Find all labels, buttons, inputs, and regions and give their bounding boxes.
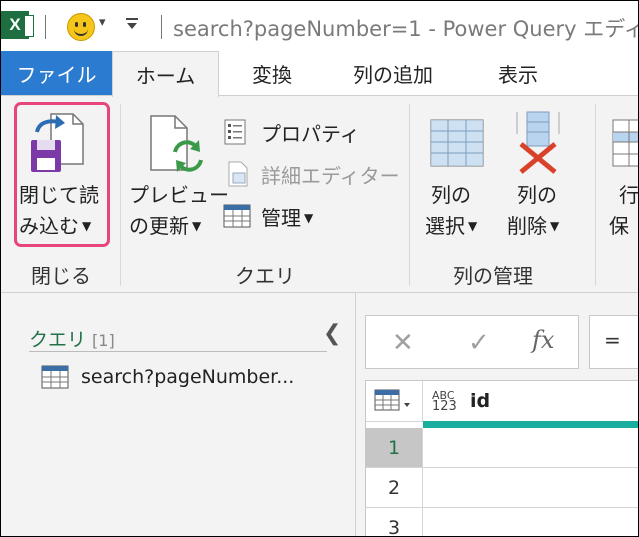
properties-icon <box>224 119 246 145</box>
query-table-icon <box>41 365 69 389</box>
close-and-load-icon <box>31 113 84 172</box>
close-and-load-dropdown-icon[interactable]: ▼ <box>82 219 91 233</box>
query-list-item[interactable]: search?pageNumber... <box>41 365 294 389</box>
choose-columns-label-2: 選択 <box>425 214 465 238</box>
column-type-icon[interactable]: ABC 123 <box>432 390 457 413</box>
titlebar-separator <box>45 15 46 39</box>
excel-icon[interactable]: X <box>1 11 34 39</box>
ribbon-home: 閉じて読 み込む ▼ 閉じる プレビュー の更新 ▼ プロパティ 詳細エディター… <box>1 95 638 293</box>
titlebar-separator <box>161 15 162 39</box>
smiley-feedback-icon[interactable] <box>67 13 95 41</box>
keep-rows-label-2: 保 <box>609 214 629 238</box>
queries-header-divider <box>29 351 327 352</box>
tab-add-column[interactable]: 列の追加 <box>333 51 453 95</box>
editor-body: クエリ [1] ❮ search?pageNumber... ✕ ✓ fx = <box>1 293 638 536</box>
group-separator <box>595 104 596 286</box>
table-menu-icon <box>374 389 410 411</box>
group-separator <box>409 104 410 286</box>
tab-home[interactable]: ホーム <box>112 51 219 97</box>
tab-file[interactable]: ファイル <box>1 51 112 95</box>
advanced-editor-icon <box>228 161 248 187</box>
feedback-dropdown-icon[interactable]: ▾ <box>99 15 106 30</box>
properties-label: プロパティ <box>261 122 360 146</box>
power-query-window: X ▾ search?pageNumber=1 - Power Query エデ… <box>0 0 639 537</box>
customize-quick-access-icon[interactable] <box>126 18 138 32</box>
refresh-preview-dropdown-icon[interactable]: ▼ <box>192 219 201 233</box>
ribbon-tabs: ファイル ホーム 変換 列の追加 表示 <box>1 51 638 97</box>
table-cell[interactable] <box>423 468 638 508</box>
properties-button[interactable]: プロパティ <box>223 116 393 146</box>
choose-columns-dropdown-icon[interactable]: ▼ <box>468 219 477 233</box>
row-number[interactable]: 2 <box>366 468 423 508</box>
table-cell[interactable] <box>423 428 638 468</box>
grid-header-row: ABC 123 id <box>366 381 638 422</box>
tab-transform[interactable]: 変換 <box>229 51 315 95</box>
choose-columns-button[interactable]: 列の 選択 ▼ <box>419 106 497 244</box>
remove-columns-icon <box>516 111 560 174</box>
formula-buttons: ✕ ✓ fx <box>365 315 579 369</box>
group-label-manage-columns: 列の管理 <box>453 264 533 288</box>
manage-dropdown-icon[interactable]: ▼ <box>304 211 313 225</box>
remove-columns-button[interactable]: 列の 削除 ▼ <box>501 106 581 244</box>
tab-view[interactable]: 表示 <box>475 51 561 95</box>
manage-button[interactable]: 管理 ▼ <box>223 200 333 230</box>
group-separator <box>120 104 121 286</box>
window-title: search?pageNumber=1 - Power Query エディター <box>173 17 639 41</box>
remove-columns-label-2: 削除 <box>507 214 547 238</box>
title-bar: X ▾ search?pageNumber=1 - Power Query エデ… <box>1 1 638 51</box>
refresh-preview-icon <box>150 115 203 172</box>
queries-header-label: クエリ <box>29 329 87 351</box>
choose-columns-label-1: 列の <box>431 183 471 207</box>
remove-columns-label-1: 列の <box>517 183 557 207</box>
pane-separator[interactable] <box>355 293 356 536</box>
query-item-label: search?pageNumber... <box>81 366 295 388</box>
remove-columns-dropdown-icon[interactable]: ▼ <box>550 219 559 233</box>
keep-rows-button[interactable]: 行 保 <box>605 106 639 244</box>
row-number[interactable]: 3 <box>366 508 423 536</box>
close-and-load-label-1: 閉じて読 <box>19 183 99 207</box>
advanced-editor-label: 詳細エディター <box>261 164 400 188</box>
queries-pane-header: クエリ [1] <box>29 325 115 352</box>
close-and-load-label-2: み込む <box>19 214 79 238</box>
collapse-pane-icon[interactable]: ❮ <box>323 321 341 346</box>
keep-rows-icon <box>612 119 638 167</box>
row-number[interactable]: 1 <box>366 428 423 468</box>
refresh-preview-label-1: プレビュー <box>129 183 229 207</box>
manage-label: 管理 <box>261 206 301 230</box>
close-and-load-button[interactable]: 閉じて読 み込む ▼ <box>17 106 107 244</box>
advanced-editor-button[interactable]: 詳細エディター <box>223 158 400 188</box>
manage-table-icon <box>223 204 251 228</box>
formula-input[interactable]: = <box>589 315 638 369</box>
group-label-close: 閉じる <box>31 264 91 288</box>
data-grid: ABC 123 id 1 2 3 <box>365 380 638 536</box>
cancel-formula-icon[interactable]: ✕ <box>392 328 414 358</box>
fx-icon[interactable]: fx <box>532 326 554 354</box>
table-cell[interactable] <box>423 508 638 536</box>
commit-formula-icon[interactable]: ✓ <box>468 328 490 358</box>
grid-corner[interactable] <box>366 381 423 421</box>
keep-rows-label-1: 行 <box>619 183 639 207</box>
group-label-query: クエリ <box>235 264 295 288</box>
choose-columns-icon <box>430 119 484 167</box>
column-header-id[interactable]: id <box>470 390 490 412</box>
refresh-preview-label-2: の更新 <box>129 214 189 238</box>
queries-count: [1] <box>92 331 115 350</box>
column-quality-bar <box>423 421 638 428</box>
refresh-preview-button[interactable]: プレビュー の更新 ▼ <box>127 106 229 244</box>
